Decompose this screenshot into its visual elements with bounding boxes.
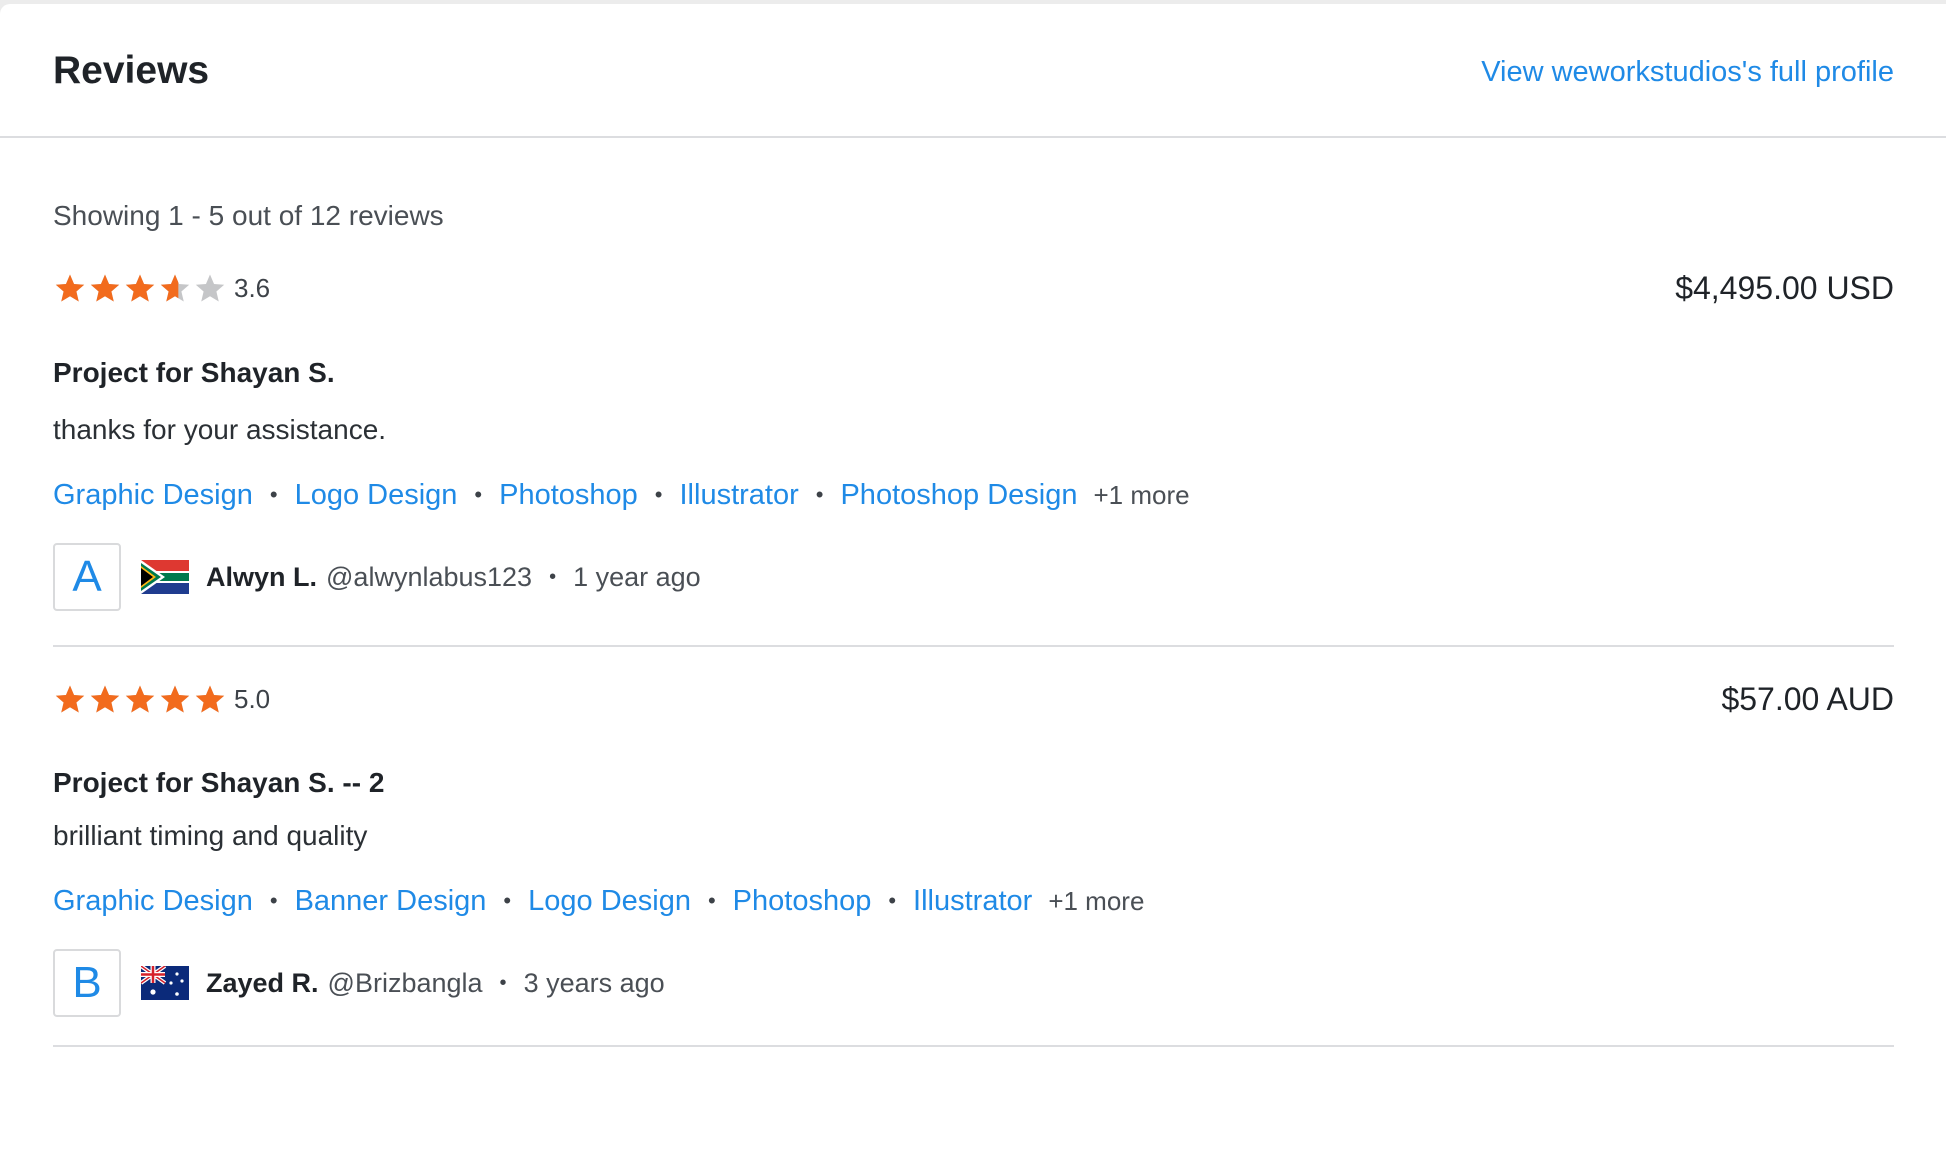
reviews-card: Reviews View weworkstudios's full profil… [0, 4, 1946, 1176]
star-icon [160, 274, 190, 302]
reviews-body: Showing 1 - 5 out of 12 reviews 3.6 $4,4… [0, 199, 1946, 1047]
australia-flag-icon [141, 966, 189, 1000]
star-icon [125, 274, 155, 302]
project-title: Project for Shayan S. [53, 357, 335, 388]
more-skills-link[interactable]: +1 more [1093, 480, 1189, 511]
rating-score: 5.0 [234, 683, 271, 714]
review-text: thanks for your assistance. [53, 414, 387, 445]
skill-tag[interactable]: Illustrator [680, 479, 799, 512]
star-icon [55, 685, 85, 713]
skill-tags: Graphic Design • Logo Design • Photoshop… [53, 477, 1894, 513]
review-time: 3 years ago [523, 967, 665, 998]
star-icon [195, 685, 225, 713]
reviewer-handle: @alwynlabus123 [326, 561, 533, 592]
separator-dot: • [654, 482, 663, 507]
review-divider [53, 1045, 1894, 1047]
star-icon [160, 685, 190, 713]
reviews-count-text: Showing 1 - 5 out of 12 reviews [53, 200, 444, 231]
skill-tag[interactable]: Graphic Design [53, 479, 253, 512]
project-amount: $57.00 AUD [1721, 680, 1894, 717]
reviewer-handle: @Brizbangla [327, 967, 483, 998]
skill-tag[interactable]: Banner Design [295, 885, 487, 918]
project-title: Project for Shayan S. -- 2 [53, 767, 385, 798]
skill-tag[interactable]: Photoshop Design [840, 479, 1077, 512]
review-item: 5.0 $57.00 AUD Project for Shayan S. -- … [53, 679, 1894, 1047]
separator-dot: • [707, 888, 716, 913]
view-full-profile-link[interactable]: View weworkstudios's full profile [1481, 56, 1894, 89]
star-icon [90, 685, 120, 713]
review-rating: 5.0 [53, 683, 270, 715]
star-icon [125, 685, 155, 713]
separator-dot: • [549, 565, 557, 588]
project-amount: $4,495.00 USD [1675, 269, 1894, 306]
review-text: brilliant timing and quality [53, 820, 368, 851]
separator-dot: • [269, 482, 278, 507]
review-header: 5.0 $57.00 AUD [53, 679, 1894, 719]
reviewer-info: A Alwyn L. @alwynlabus123 • 1 year ago [53, 543, 1894, 611]
page-title: Reviews [53, 49, 210, 92]
review-rating: 3.6 [53, 272, 270, 304]
separator-dot: • [269, 888, 278, 913]
separator-dot: • [815, 482, 824, 507]
review-time: 1 year ago [573, 561, 701, 592]
reviewer-name[interactable]: Alwyn L. [206, 562, 317, 593]
separator-dot: • [503, 888, 512, 913]
skill-tags: Graphic Design • Banner Design • Logo De… [53, 883, 1894, 919]
star-rating [53, 683, 228, 715]
avatar[interactable]: B [53, 949, 121, 1017]
star-icon [55, 274, 85, 302]
separator-dot: • [499, 971, 507, 994]
skill-tag[interactable]: Photoshop [733, 885, 872, 918]
avatar[interactable]: A [53, 543, 121, 611]
review-item: 3.6 $4,495.00 USD Project for Shayan S. … [53, 268, 1894, 647]
skill-tag[interactable]: Logo Design [528, 885, 691, 918]
review-header: 3.6 $4,495.00 USD [53, 268, 1894, 308]
star-rating [53, 272, 228, 304]
review-divider [53, 645, 1894, 647]
star-icon [90, 274, 120, 302]
reviewer-info: B Zayed R. @Brizbangla • 3 years ago [53, 949, 1894, 1017]
south-africa-flag-icon [141, 560, 189, 594]
separator-dot: • [888, 888, 897, 913]
skill-tag[interactable]: Logo Design [295, 479, 458, 512]
skill-tag[interactable]: Photoshop [499, 479, 638, 512]
rating-score: 3.6 [234, 272, 271, 303]
reviewer-name[interactable]: Zayed R. [206, 968, 319, 999]
reviews-header: Reviews View weworkstudios's full profil… [0, 4, 1946, 138]
skill-tag[interactable]: Graphic Design [53, 885, 253, 918]
star-icon [195, 274, 225, 302]
more-skills-link[interactable]: +1 more [1048, 886, 1144, 917]
skill-tag[interactable]: Illustrator [913, 885, 1032, 918]
separator-dot: • [474, 482, 483, 507]
